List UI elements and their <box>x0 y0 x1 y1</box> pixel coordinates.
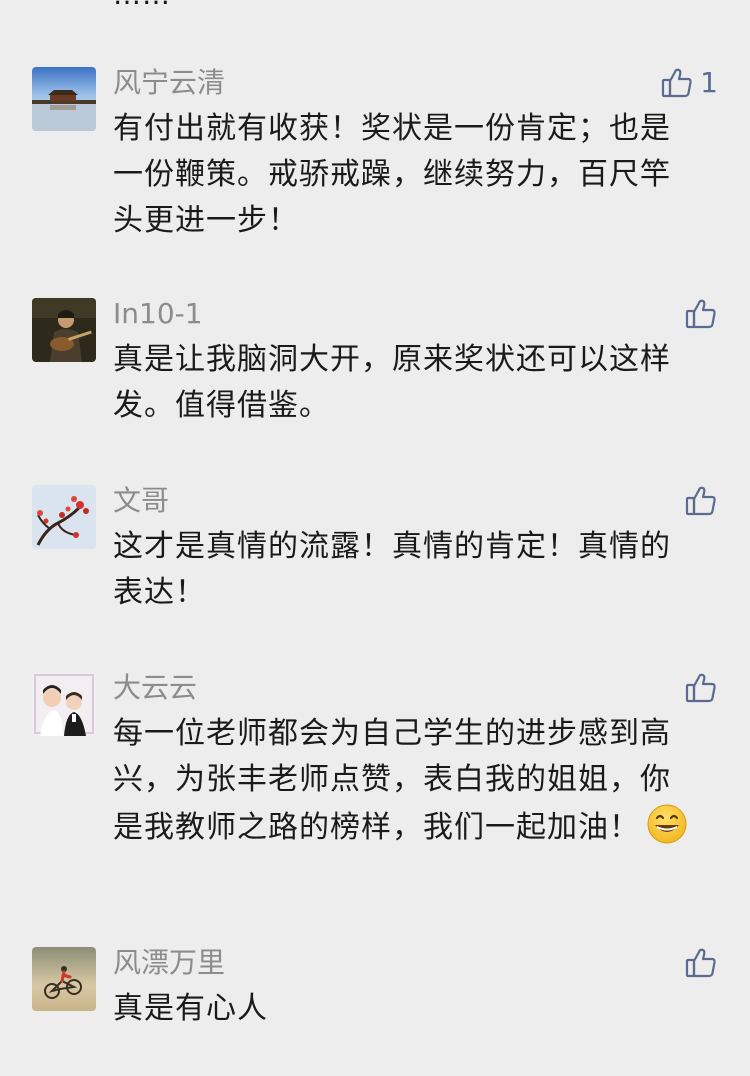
thumbs-up-icon <box>660 66 694 100</box>
comment-text: 有付出就有收获！奖状是一份肯定；也是一份鞭策。戒骄戒躁，继续努力，百尺竿头更进一… <box>113 111 671 238</box>
like-button[interactable] <box>684 485 718 517</box>
comment-text: 真是有心人 <box>113 991 268 1026</box>
red-blossom-tree-avatar[interactable] <box>32 485 96 549</box>
like-button[interactable]: 1 <box>660 67 718 99</box>
like-count: 1 <box>700 66 718 99</box>
palace-lake-avatar[interactable] <box>32 67 96 131</box>
guitarist-avatar[interactable] <box>32 298 96 362</box>
grinning-face-emoji <box>646 803 688 845</box>
comment-text: 每一位老师都会为自己学生的进步感到高兴，为张丰老师点赞，表白我的姐姐，你是我教师… <box>113 711 693 851</box>
like-button[interactable] <box>684 298 718 330</box>
commenter-name[interactable]: 风宁云清 <box>113 67 225 99</box>
commenter-name[interactable]: 文哥 <box>113 485 169 517</box>
thumbs-up-icon <box>684 946 718 980</box>
commenter-name[interactable]: In10-1 <box>113 298 203 330</box>
thumbs-up-icon <box>684 484 718 518</box>
cyclist-sunset-avatar[interactable] <box>32 947 96 1011</box>
like-button[interactable] <box>684 672 718 704</box>
commenter-name[interactable]: 大云云 <box>113 672 197 704</box>
thumbs-up-icon <box>684 671 718 705</box>
thumbs-up-icon <box>684 297 718 331</box>
commenter-name[interactable]: 风漂万里 <box>113 947 225 979</box>
comment-text-body: 每一位老师都会为自己学生的进步感到高兴，为张丰老师点赞，表白我的姐姐，你是我教师… <box>113 716 671 845</box>
comment-text: 真是让我脑洞大开，原来奖状还可以这样发。值得借鉴。 <box>113 342 671 423</box>
mother-child-avatar[interactable] <box>32 672 96 736</box>
comment-text: 这才是真情的流露！真情的肯定！真情的表达！ <box>113 529 671 610</box>
previous-comment-fragment: …… <box>113 0 171 11</box>
like-button[interactable] <box>684 947 718 979</box>
